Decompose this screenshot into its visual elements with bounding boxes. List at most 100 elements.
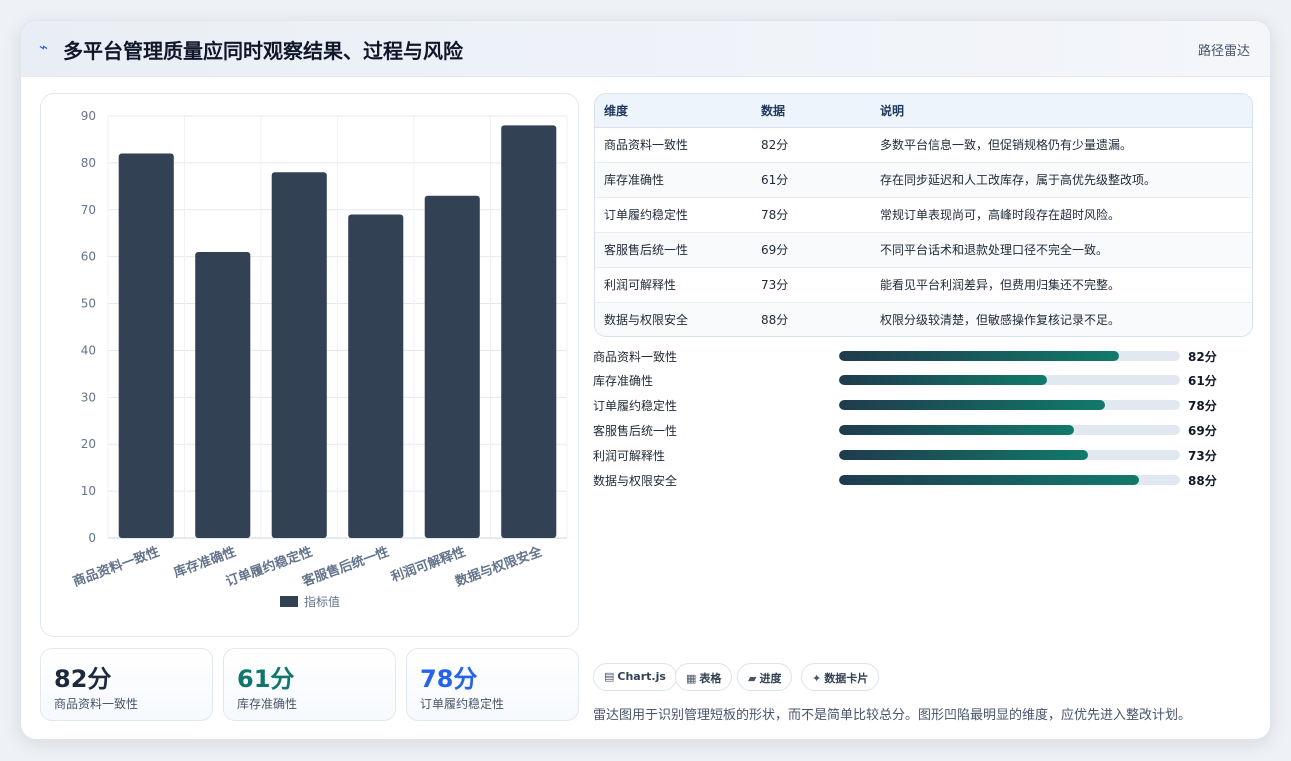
table-header-cell: 说明 — [871, 94, 1252, 128]
stat-label: 订单履约稳定性 — [420, 697, 505, 711]
progress-row: 客服售后统一性 69分 — [593, 420, 1253, 440]
progress-fill — [839, 351, 1119, 361]
table-header-cell: 数据 — [752, 94, 871, 128]
bar — [271, 172, 327, 538]
table-cell: 能看见平台利润差异，但费用归集还不完整。 — [871, 267, 1252, 303]
progress-label: 利润可解释性 — [593, 449, 666, 463]
stat-value: 78分 — [420, 665, 478, 693]
y-tick-label: 50 — [81, 297, 96, 311]
progress-track — [839, 425, 1180, 435]
data-table: 维度 数据 说明 商品资料一致性 82分 多数平台信息一致，但促销规格仍有少量遗… — [594, 93, 1253, 337]
progress-icon: ▰ — [748, 672, 757, 685]
table-row: 客服售后统一性 69分 不同平台话术和退款处理口径不完全一致。 — [595, 232, 1252, 268]
progress-label: 订单履约稳定性 — [593, 399, 678, 413]
stat-value: 61分 — [237, 665, 295, 693]
progress-label: 库存准确性 — [593, 374, 654, 388]
table-row: 订单履约稳定性 78分 常规订单表现尚可，高峰时段存在超时风险。 — [595, 197, 1252, 233]
progress-track — [839, 400, 1180, 410]
bar-chart: 0102030405060708090商品资料一致性 库存准确性订单履约稳定性客服… — [71, 109, 568, 609]
table-row: 利润可解释性 73分 能看见平台利润差异，但费用归集还不完整。 — [595, 267, 1252, 303]
chip-label: 进度 — [759, 672, 782, 685]
chip-progress[interactable]: ▰ 进度 — [737, 663, 793, 691]
table-cell: 73分 — [752, 267, 871, 303]
sparkle-icon: ✦ — [812, 672, 822, 685]
y-tick-label: 60 — [81, 250, 96, 264]
stat-card-2: 61分 库存准确性 — [223, 648, 396, 721]
progress-value: 69分 — [1188, 424, 1217, 438]
progress-value: 82分 — [1188, 350, 1217, 364]
y-tick-label: 70 — [81, 203, 96, 217]
x-tick-label: 数据与权限安全 — [453, 543, 545, 590]
bar — [348, 214, 404, 538]
bar-chart-panel: 0 10 20 30 40 50 60 70 80 90 商品资料一致性 库存准确性 订单履约稳定性 客服… — [40, 93, 579, 637]
table-row: 库存准确性 61分 存在同步延迟和人工改库存，属于高优先级整改项。 — [595, 162, 1252, 198]
bar — [118, 153, 174, 538]
progress-fill — [839, 375, 1047, 385]
table-cell: 61分 — [752, 162, 871, 198]
progress-row: 库存准确性 61分 — [593, 370, 1253, 390]
progress-value: 61分 — [1188, 374, 1217, 388]
page-title: 多平台管理质量应同时观察结果、过程与风险 — [63, 39, 463, 63]
table-cell: 常规订单表现尚可，高峰时段存在超时风险。 — [871, 197, 1252, 233]
progress-fill — [839, 475, 1140, 485]
chip-data-cards[interactable]: ✦ 数据卡片 — [801, 663, 880, 691]
progress-row: 利润可解释性 73分 — [593, 445, 1253, 465]
x-tick-label: 订单履约稳定性 — [224, 544, 315, 590]
chip-label: 表格 — [699, 672, 722, 685]
stat-label: 库存准确性 — [237, 697, 298, 711]
progress-track — [839, 351, 1180, 361]
table-cell: 存在同步延迟和人工改库存，属于高优先级整改项。 — [871, 162, 1252, 198]
table-cell: 88分 — [761, 313, 789, 328]
y-tick-label: 30 — [81, 390, 96, 404]
table-cell: 78分 — [752, 197, 871, 233]
table-cell: 权限分级较清楚，但敏感操作复核记录不足。 — [880, 313, 1121, 328]
stat-card-1: 82分 商品资料一致性 — [40, 648, 213, 721]
y-tick-label: 90 — [81, 109, 96, 123]
dashboard-card: ⌁ 多平台管理质量应同时观察结果、过程与风险 路径雷达 0 10 20 30 40 50 6… — [20, 20, 1271, 740]
progress-fill — [839, 400, 1105, 410]
x-tick-label: 客服售后统一性 — [300, 544, 391, 590]
table-cell: 82分 — [752, 127, 871, 163]
chip-label: Chart.js — [617, 670, 666, 683]
progress-track — [839, 450, 1180, 460]
progress-value: 88分 — [1188, 474, 1217, 488]
footnote: 雷达图用于识别管理短板的形状，而不是简单比较总分。图形凹陷最明显的维度，应优先进… — [593, 708, 1192, 723]
table-cell: 不同平台话术和退款处理口径不完全一致。 — [871, 232, 1252, 268]
progress-track — [839, 475, 1180, 485]
progress-fill — [839, 450, 1088, 460]
chip-chartjs[interactable]: ▤ Chart.js — [593, 663, 677, 691]
progress-row: 数据与权限安全 88分 — [593, 470, 1253, 490]
header-tag: 路径雷达 — [1197, 44, 1250, 59]
stat-card-3: 78分 订单履约稳定性 — [406, 648, 579, 721]
chip-table[interactable]: ▦ 表格 — [675, 663, 733, 691]
table-cell: 69分 — [752, 232, 871, 268]
progress-label: 客服售后统一性 — [593, 424, 678, 438]
stat-value: 82分 — [54, 665, 112, 693]
table-cell: 客服售后统一性 — [595, 232, 752, 268]
table-header-row: 维度 数据 说明 — [595, 94, 1252, 128]
x-tick-label: 商品资料一致性 — [71, 544, 162, 590]
table-header-cell: 维度 — [595, 94, 752, 128]
y-tick-label: 0 — [88, 531, 96, 545]
legend-swatch — [280, 596, 298, 607]
progress-track — [839, 375, 1180, 385]
bar — [424, 195, 480, 538]
progress-label: 数据与权限安全 — [593, 474, 678, 488]
bar — [501, 125, 557, 538]
table-cell: 多数平台信息一致，但促销规格仍有少量遗漏。 — [871, 127, 1252, 163]
y-tick-label: 80 — [81, 156, 96, 170]
bar — [195, 251, 251, 538]
y-tick-label: 40 — [81, 343, 96, 357]
progress-fill — [839, 425, 1075, 435]
progress-value: 73分 — [1188, 449, 1217, 463]
progress-row: 商品资料一致性 82分 — [593, 346, 1253, 366]
y-tick-label: 10 — [81, 484, 96, 498]
table-row: 商品资料一致性 82分 多数平台信息一致，但促销规格仍有少量遗漏。 — [595, 127, 1252, 163]
table-cell: 商品资料一致性 — [595, 127, 752, 163]
legend-label: 指标值 — [304, 594, 340, 609]
table-cell: 数据与权限安全 — [604, 313, 689, 328]
table-cell: 利润可解释性 — [595, 267, 752, 303]
y-tick-label: 20 — [81, 437, 96, 451]
table-row: 数据与权限安全 88分 权限分级较清楚，但敏感操作复核记录不足。 — [595, 302, 1252, 336]
table-icon: ▦ — [686, 672, 697, 685]
